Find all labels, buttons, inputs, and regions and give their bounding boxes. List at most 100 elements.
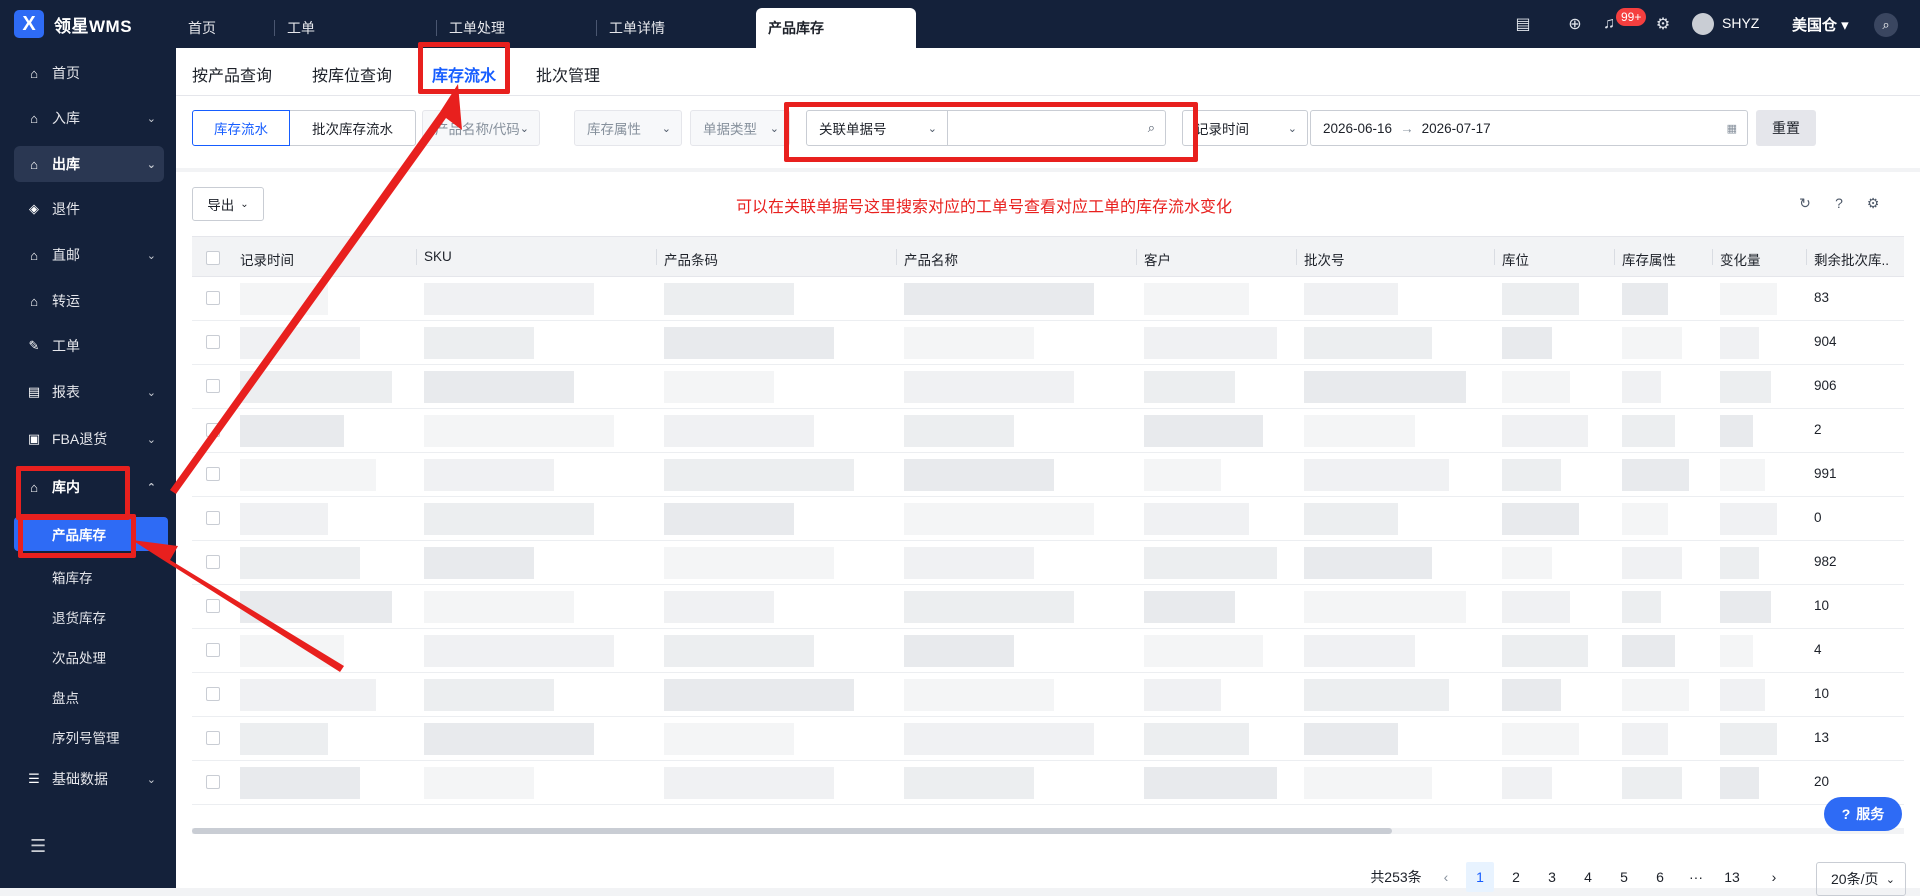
page-size-select[interactable]: 20条/页 ⌄ [1816, 862, 1906, 896]
row-checkbox[interactable] [206, 687, 220, 701]
page-size-label: 20条/页 [1831, 871, 1879, 887]
table-row[interactable]: 982 [192, 541, 1904, 585]
row-checkbox[interactable] [206, 643, 220, 657]
tab-home[interactable]: 首页 [176, 8, 216, 48]
sidebar-item-label: 转运 [52, 293, 80, 309]
table-row[interactable]: 2 [192, 409, 1904, 453]
redacted-cell [240, 503, 328, 535]
service-button[interactable]: ? 服务 [1824, 797, 1902, 831]
row-checkbox[interactable] [206, 379, 220, 393]
report-icon: ▤ [27, 384, 41, 399]
settings-icon[interactable]: ⚙ [1652, 13, 1674, 35]
date-range-picker[interactable]: 2026-06-16 → 2026-07-17 ▦ [1310, 110, 1748, 146]
segment-batch-flow[interactable]: 批次库存流水 [290, 110, 416, 146]
warehouse-selector[interactable]: 美国仓 ▾ [1792, 14, 1849, 35]
table-row[interactable]: 20 [192, 761, 1904, 805]
time-type-select[interactable]: 记录时间 ⌄ [1182, 110, 1308, 146]
collapse-menu-icon[interactable]: ☰ [30, 836, 46, 857]
table-row[interactable]: 10 [192, 673, 1904, 717]
col-sku[interactable]: SKU [424, 249, 452, 264]
search-icon[interactable]: ⌕ [1874, 13, 1898, 37]
sidebar-item-basic-data[interactable]: ☰ 基础数据 ⌄ [14, 761, 164, 797]
tab-product-stock[interactable]: 产品库存 [756, 8, 916, 48]
redacted-cell [1304, 767, 1432, 799]
doc-type-select[interactable]: 单据类型 ⌄ [690, 110, 790, 146]
product-select[interactable]: 产品名称/代码 ⌄ [422, 110, 540, 146]
sidebar-sub-stocktake[interactable]: 盘点 [52, 687, 79, 707]
row-checkbox[interactable] [206, 775, 220, 789]
sidebar-item-home[interactable]: ⌂ 首页 [14, 55, 164, 91]
segment-stock-flow[interactable]: 库存流水 [192, 110, 290, 146]
sidebar-item-workorder[interactable]: ✎ 工单 [14, 328, 164, 364]
row-checkbox[interactable] [206, 335, 220, 349]
col-product-name[interactable]: 产品名称 [904, 249, 958, 269]
subtab-batch[interactable]: 批次管理 [536, 62, 600, 86]
sidebar-item-fba-return[interactable]: ▣ FBA退货 ⌄ [14, 421, 164, 457]
horizontal-scrollbar[interactable] [192, 828, 1904, 834]
sidebar-item-inbound[interactable]: ⌂ 入库 ⌄ [14, 100, 164, 136]
tab-workorder-detail[interactable]: 工单详情 [596, 20, 665, 36]
sidebar-item-outbound[interactable]: ⌂ 出库 ⌄ [14, 146, 164, 182]
table-row[interactable]: 991 [192, 453, 1904, 497]
redacted-cell [1720, 591, 1771, 623]
col-batch[interactable]: 批次号 [1304, 249, 1345, 269]
sidebar-sub-return-stock[interactable]: 退货库存 [52, 607, 106, 627]
col-record-time[interactable]: 记录时间 [240, 249, 294, 269]
redacted-cell [240, 283, 328, 315]
highlight-stock-flow-tab [418, 42, 510, 94]
row-checkbox[interactable] [206, 291, 220, 305]
table-row[interactable]: 13 [192, 717, 1904, 761]
user-name[interactable]: SHYZ [1722, 15, 1759, 31]
redacted-cell [1720, 283, 1777, 315]
row-checkbox[interactable] [206, 599, 220, 613]
avatar[interactable] [1692, 13, 1714, 35]
attribute-select[interactable]: 库存属性 ⌄ [574, 110, 682, 146]
redacted-cell [904, 679, 1054, 711]
row-checkbox[interactable] [206, 511, 220, 525]
sidebar-item-report[interactable]: ▤ 报表 ⌄ [14, 374, 164, 410]
table-row[interactable]: 10 [192, 585, 1904, 629]
refresh-icon[interactable]: ↻ [1796, 194, 1814, 212]
app-logo[interactable]: X 领星WMS [14, 10, 132, 38]
table-row[interactable]: 0 [192, 497, 1904, 541]
subtab-by-location[interactable]: 按库位查询 [312, 62, 392, 86]
row-checkbox[interactable] [206, 555, 220, 569]
col-attribute[interactable]: 库存属性 [1622, 249, 1676, 269]
sidebar-sub-serial[interactable]: 序列号管理 [52, 727, 120, 747]
inbox-icon[interactable]: ▤ [1512, 13, 1534, 35]
select-all-checkbox[interactable] [206, 251, 220, 265]
redacted-cell [1144, 547, 1277, 579]
col-location[interactable]: 库位 [1502, 249, 1529, 269]
sidebar-item-direct-mail[interactable]: ⌂ 直邮 ⌄ [14, 237, 164, 273]
row-checkbox[interactable] [206, 423, 220, 437]
redacted-cell [424, 415, 614, 447]
tab-workorder[interactable]: 工单 [274, 20, 315, 36]
col-customer[interactable]: 客户 [1144, 249, 1171, 269]
table-row[interactable]: 906 [192, 365, 1904, 409]
download-icon[interactable]: ⊕ [1564, 13, 1586, 35]
outbound-icon: ⌂ [30, 156, 38, 172]
col-barcode[interactable]: 产品条码 [664, 249, 718, 269]
sidebar-item-transfer[interactable]: ⌂ 转运 [14, 283, 164, 319]
help-icon[interactable]: ? [1830, 194, 1848, 212]
row-checkbox[interactable] [206, 731, 220, 745]
reset-button[interactable]: 重置 [1756, 110, 1816, 146]
table-row[interactable]: 4 [192, 629, 1904, 673]
col-change[interactable]: 变化量 [1720, 249, 1761, 269]
table-row[interactable]: 904 [192, 321, 1904, 365]
inbound-icon: ⌂ [30, 110, 38, 126]
sidebar-sub-box-stock[interactable]: 箱库存 [52, 567, 93, 587]
redacted-cell [664, 371, 774, 403]
subtab-by-product[interactable]: 按产品查询 [192, 62, 272, 86]
sidebar-sub-defective[interactable]: 次品处理 [52, 647, 106, 667]
scrollbar-thumb[interactable] [192, 828, 1392, 834]
col-remaining[interactable]: 剩余批次库.. [1814, 249, 1889, 269]
export-button[interactable]: 导出 ⌄ [192, 187, 264, 221]
sidebar-item-return[interactable]: ◈ 退件 [14, 191, 164, 227]
tab-workorder-process[interactable]: 工单处理 [436, 20, 505, 36]
table-row[interactable]: 83 [192, 277, 1904, 321]
redacted-cell [1502, 635, 1588, 667]
row-checkbox[interactable] [206, 467, 220, 481]
redacted-cell [424, 767, 534, 799]
column-settings-icon[interactable]: ⚙ [1864, 194, 1882, 212]
